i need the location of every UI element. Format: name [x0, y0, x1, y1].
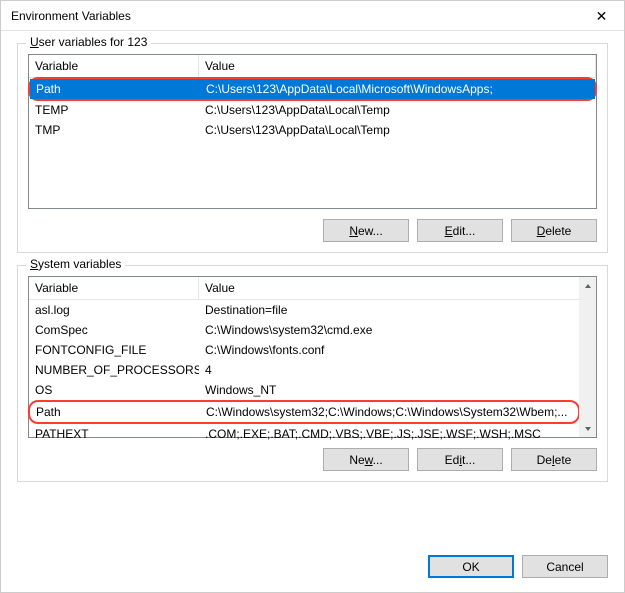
- table-row[interactable]: ComSpecC:\Windows\system32\cmd.exe: [29, 320, 579, 340]
- cell-value: C:\Users\123\AppData\Local\Temp: [199, 122, 596, 138]
- cell-variable: TEMP: [29, 102, 199, 118]
- cell-value: Destination=file: [199, 302, 579, 318]
- system-variables-table[interactable]: Variable Value asl.logDestination=file C…: [28, 276, 597, 438]
- close-button[interactable]: ✕: [579, 1, 624, 31]
- col-variable[interactable]: Variable: [29, 55, 199, 77]
- cell-variable: PATHEXT: [29, 426, 199, 442]
- col-variable[interactable]: Variable: [29, 277, 199, 299]
- user-variables-group: User variables for 123 Variable Value Pa…: [17, 43, 608, 253]
- table-header: Variable Value: [29, 55, 596, 78]
- cell-variable: Path: [30, 404, 200, 420]
- highlight-annotation: PathC:\Windows\system32;C:\Windows;C:\Wi…: [28, 400, 580, 424]
- cell-value: 4: [199, 362, 579, 378]
- system-new-button[interactable]: New...: [323, 448, 409, 471]
- table-header: Variable Value: [29, 277, 579, 300]
- scroll-track[interactable]: [579, 294, 596, 420]
- system-delete-button[interactable]: Delete: [511, 448, 597, 471]
- col-value[interactable]: Value: [199, 277, 579, 299]
- table-row[interactable]: OSWindows_NT: [29, 380, 579, 400]
- user-edit-button[interactable]: Edit...: [417, 219, 503, 242]
- user-variables-label: User variables for 123: [26, 35, 151, 49]
- scroll-down-button[interactable]: [579, 420, 596, 437]
- table-row[interactable]: asl.logDestination=file: [29, 300, 579, 320]
- cell-value: C:\Windows\system32;C:\Windows;C:\Window…: [200, 404, 578, 420]
- table-row[interactable]: PATHEXT.COM;.EXE;.BAT;.CMD;.VBS;.VBE;.JS…: [29, 424, 579, 444]
- env-vars-dialog: Environment Variables ✕ User variables f…: [0, 0, 625, 593]
- cell-variable: NUMBER_OF_PROCESSORS: [29, 362, 199, 378]
- dialog-content: User variables for 123 Variable Value Pa…: [1, 31, 624, 547]
- ok-button[interactable]: OK: [428, 555, 514, 578]
- cell-variable: OS: [29, 382, 199, 398]
- cell-value: C:\Windows\fonts.conf: [199, 342, 579, 358]
- titlebar: Environment Variables ✕: [1, 1, 624, 31]
- table-row[interactable]: PathC:\Windows\system32;C:\Windows;C:\Wi…: [30, 402, 578, 422]
- system-variables-group: System variables Variable Value asl.logD…: [17, 265, 608, 482]
- user-delete-button[interactable]: Delete: [511, 219, 597, 242]
- cell-value: .COM;.EXE;.BAT;.CMD;.VBS;.VBE;.JS;.JSE;.…: [199, 426, 579, 442]
- cell-variable: asl.log: [29, 302, 199, 318]
- table-row[interactable]: NUMBER_OF_PROCESSORS4: [29, 360, 579, 380]
- scrollbar[interactable]: [579, 277, 596, 437]
- table-body: Path C:\Users\123\AppData\Local\Microsof…: [29, 77, 596, 140]
- cancel-button[interactable]: Cancel: [522, 555, 608, 578]
- table-row[interactable]: Path C:\Users\123\AppData\Local\Microsof…: [30, 79, 595, 99]
- user-button-row: New... Edit... Delete: [28, 219, 597, 242]
- chevron-down-icon: [584, 425, 592, 433]
- dialog-title: Environment Variables: [11, 9, 131, 23]
- cell-value: C:\Users\123\AppData\Local\Microsoft\Win…: [200, 81, 595, 97]
- highlight-annotation: Path C:\Users\123\AppData\Local\Microsof…: [28, 77, 597, 101]
- scroll-up-button[interactable]: [579, 277, 596, 294]
- table-row[interactable]: TMP C:\Users\123\AppData\Local\Temp: [29, 120, 596, 140]
- cell-variable: Path: [30, 81, 200, 97]
- system-button-row: New... Edit... Delete: [28, 448, 597, 471]
- user-new-button[interactable]: New...: [323, 219, 409, 242]
- col-value[interactable]: Value: [199, 55, 596, 77]
- cell-variable: FONTCONFIG_FILE: [29, 342, 199, 358]
- dialog-footer: OK Cancel: [1, 547, 624, 592]
- table-body: asl.logDestination=file ComSpecC:\Window…: [29, 300, 579, 444]
- cell-value: Windows_NT: [199, 382, 579, 398]
- cell-variable: TMP: [29, 122, 199, 138]
- cell-variable: ComSpec: [29, 322, 199, 338]
- chevron-up-icon: [584, 282, 592, 290]
- table-row[interactable]: FONTCONFIG_FILEC:\Windows\fonts.conf: [29, 340, 579, 360]
- user-variables-table[interactable]: Variable Value Path C:\Users\123\AppData…: [28, 54, 597, 209]
- system-variables-label: System variables: [26, 257, 125, 271]
- table-row[interactable]: TEMP C:\Users\123\AppData\Local\Temp: [29, 100, 596, 120]
- cell-value: C:\Windows\system32\cmd.exe: [199, 322, 579, 338]
- system-edit-button[interactable]: Edit...: [417, 448, 503, 471]
- cell-value: C:\Users\123\AppData\Local\Temp: [199, 102, 596, 118]
- close-icon: ✕: [596, 9, 608, 23]
